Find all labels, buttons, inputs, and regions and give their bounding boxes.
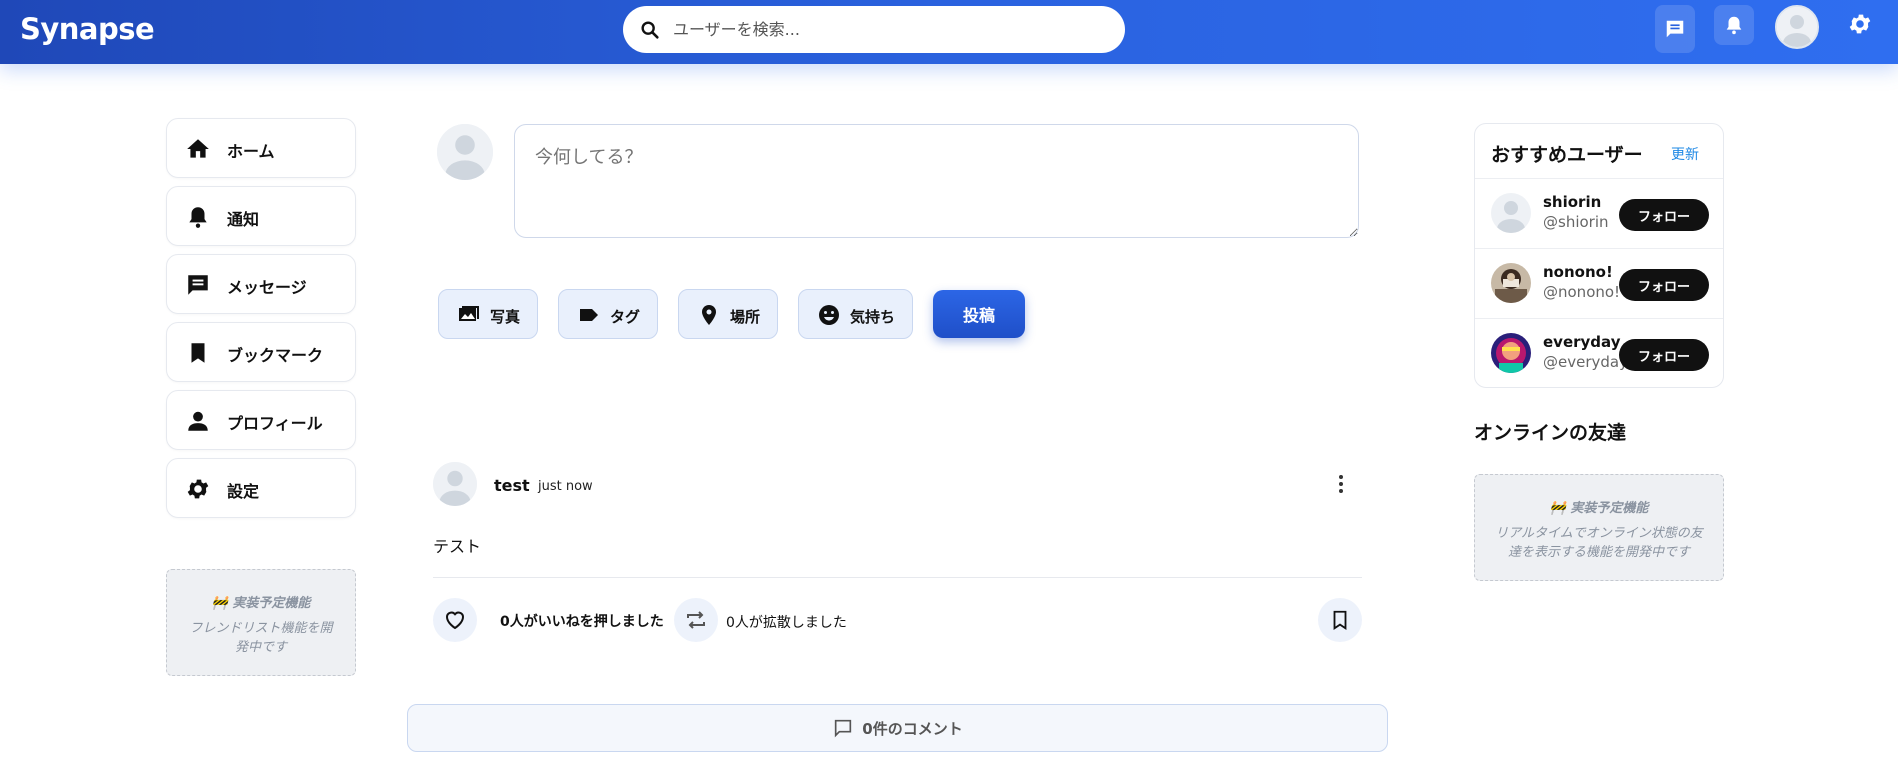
default-avatar-icon — [433, 462, 477, 506]
default-avatar-icon — [1777, 7, 1817, 47]
nav-label: ブックマーク — [227, 346, 324, 365]
nav-settings[interactable]: 設定 — [166, 458, 356, 518]
user-name[interactable]: shiorin — [1543, 193, 1601, 211]
chip-label: 写真 — [490, 308, 521, 326]
post-body: テスト — [433, 537, 482, 556]
nav-messages[interactable]: メッセージ — [166, 254, 356, 314]
comments-toggle-button[interactable]: 0件のコメント — [407, 704, 1388, 752]
emoji-icon — [819, 305, 839, 325]
bookmark-outline-icon — [1333, 610, 1347, 630]
user-handle: @everyday — [1543, 353, 1628, 371]
bell-icon — [1726, 16, 1742, 35]
refresh-link[interactable]: 更新 — [1671, 144, 1699, 164]
bell-icon — [189, 207, 207, 228]
home-icon — [187, 139, 209, 158]
repost-icon — [687, 611, 705, 629]
nav-notifications[interactable]: 通知 — [166, 186, 356, 246]
photo-avatar-icon — [1491, 333, 1531, 373]
messages-button[interactable] — [1655, 5, 1695, 53]
user-name[interactable]: everyday — [1543, 333, 1620, 351]
photo-icon — [459, 306, 479, 321]
post-author-name[interactable]: test — [494, 476, 530, 495]
repost-button[interactable] — [674, 598, 718, 642]
post-divider — [433, 577, 1362, 578]
recommended-user-row[interactable]: nonono! @nonono! フォロー — [1475, 248, 1723, 318]
comment-icon — [835, 719, 852, 738]
friend-list-notice: 🚧 実装予定機能 フレンドリスト機能を開発中です — [166, 569, 356, 676]
location-button[interactable]: 場所 — [678, 289, 778, 339]
chat-icon — [1666, 20, 1684, 38]
photo-avatar-icon — [1491, 263, 1531, 303]
notice-title: 🚧 実装予定機能 — [1549, 501, 1649, 516]
default-avatar-icon — [437, 124, 493, 180]
notice-desc: フレンドリスト機能を開発中です — [189, 621, 333, 655]
recommended-title: おすすめユーザー — [1491, 144, 1643, 166]
search-input[interactable] — [673, 14, 1103, 44]
default-avatar-icon — [1491, 193, 1531, 233]
reposts-count: 0人が拡散しました — [726, 615, 847, 631]
follow-button[interactable]: フォロー — [1619, 339, 1709, 371]
follow-button[interactable]: フォロー — [1619, 269, 1709, 301]
comments-label: 0件のコメント — [862, 719, 963, 738]
user-avatar[interactable] — [1491, 193, 1531, 233]
user-avatar[interactable] — [1491, 333, 1531, 373]
composer-avatar — [437, 124, 493, 180]
message-icon — [188, 275, 208, 295]
nav-label: ホーム — [227, 142, 275, 161]
user-avatar[interactable] — [1775, 5, 1819, 49]
photo-button[interactable]: 写真 — [438, 289, 538, 339]
recommended-user-row[interactable]: everyday @everyday フォロー — [1475, 318, 1723, 387]
chip-label: 気持ち — [850, 308, 896, 326]
user-handle: @shiorin — [1543, 213, 1609, 231]
chip-label: 場所 — [730, 308, 761, 326]
feeling-button[interactable]: 気持ち — [798, 289, 913, 339]
user-handle: @nonono! — [1543, 283, 1621, 301]
nav-label: 設定 — [227, 482, 260, 501]
recommended-users-card: おすすめユーザー 更新 shiorin @shiorin フォロー nonono… — [1474, 123, 1724, 388]
nav-profile[interactable]: プロフィール — [166, 390, 356, 450]
online-friends-notice: 🚧 実装予定機能 リアルタイムでオンライン状態の友達を表示する機能を開発中です — [1474, 474, 1724, 581]
location-icon — [702, 305, 716, 325]
notice-desc: リアルタイムでオンライン状態の友達を表示する機能を開発中です — [1495, 526, 1703, 560]
bookmark-icon — [191, 343, 205, 363]
more-options-icon[interactable] — [1331, 472, 1351, 496]
gear-icon — [187, 479, 209, 499]
nav-bookmarks[interactable]: ブックマーク — [166, 322, 356, 382]
search-icon — [641, 21, 659, 39]
top-bar: Synapse — [0, 0, 1898, 64]
tag-button[interactable]: タグ — [558, 289, 658, 339]
settings-gear-icon[interactable] — [1847, 11, 1873, 37]
online-friends-title: オンラインの友達 — [1474, 422, 1627, 444]
post-timestamp: just now — [538, 479, 593, 494]
like-button[interactable] — [433, 598, 477, 642]
user-name[interactable]: nonono! — [1543, 263, 1613, 281]
post-author-avatar[interactable] — [433, 462, 477, 506]
nav-home[interactable]: ホーム — [166, 118, 356, 178]
heart-icon — [445, 611, 465, 630]
post-submit-button[interactable]: 投稿 — [933, 290, 1025, 338]
tag-icon — [580, 309, 598, 321]
nav-label: 通知 — [227, 210, 260, 229]
follow-button[interactable]: フォロー — [1619, 199, 1709, 231]
bookmark-button[interactable] — [1318, 598, 1362, 642]
nav-label: プロフィール — [227, 414, 323, 433]
search-bar[interactable] — [623, 6, 1125, 53]
person-icon — [188, 411, 208, 431]
likes-count: 0人がいいねを押しました — [500, 614, 664, 630]
user-avatar[interactable] — [1491, 263, 1531, 303]
post-composer[interactable] — [514, 124, 1359, 238]
recommended-user-row[interactable]: shiorin @shiorin フォロー — [1475, 178, 1723, 248]
notifications-button[interactable] — [1714, 5, 1754, 45]
nav-label: メッセージ — [227, 278, 307, 297]
logo[interactable]: Synapse — [20, 12, 155, 46]
notice-title: 🚧 実装予定機能 — [211, 596, 311, 611]
chip-label: タグ — [610, 308, 641, 326]
